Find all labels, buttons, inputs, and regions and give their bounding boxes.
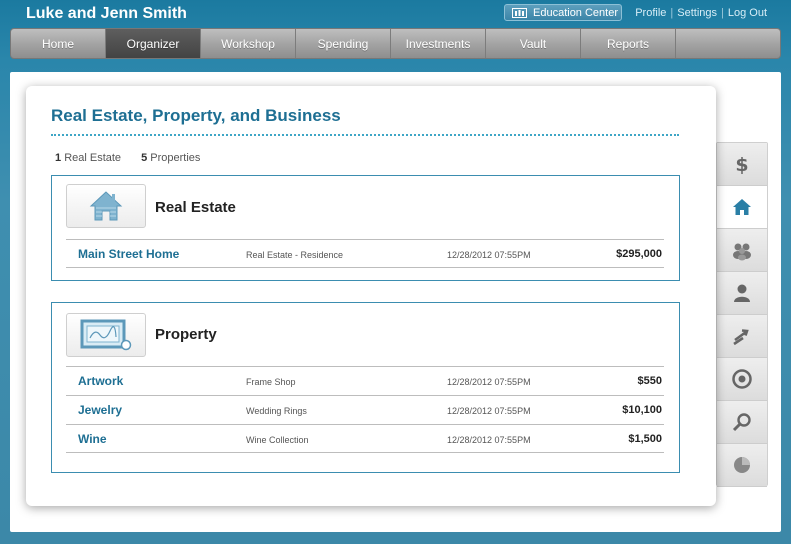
summary-properties: 5 Properties: [141, 152, 201, 164]
dollar-icon: $: [735, 154, 748, 175]
tab-search[interactable]: [717, 401, 767, 444]
tab-personal[interactable]: [717, 272, 767, 315]
target-icon: [732, 369, 752, 389]
property-section: Property Artwork Frame Shop 12/28/2012 0…: [51, 302, 680, 473]
list-item[interactable]: Main Street Home Real Estate - Residence…: [66, 239, 664, 268]
item-amount: $1,500: [628, 433, 662, 445]
artwork-frame-icon: [80, 319, 132, 351]
top-bar: Luke and Jenn Smith Education Center Pro…: [0, 0, 791, 28]
item-amount: $10,100: [622, 404, 662, 416]
tab-money[interactable]: $: [717, 143, 767, 186]
svg-text:$: $: [735, 154, 748, 175]
nav-home[interactable]: Home: [11, 29, 106, 58]
person-icon: [734, 284, 750, 302]
item-date: 12/28/2012 07:55PM: [447, 250, 531, 260]
tab-goals[interactable]: [717, 358, 767, 401]
organizer-card: Real Estate, Property, and Business 1 Re…: [26, 86, 716, 506]
summary-real-estate: 1 Real Estate: [55, 152, 122, 164]
item-amount: $550: [637, 375, 662, 387]
tab-reports[interactable]: [717, 444, 767, 487]
item-date: 12/28/2012 07:55PM: [447, 406, 531, 416]
item-name[interactable]: Wine: [78, 432, 107, 446]
item-description: Frame Shop: [246, 377, 296, 387]
people-icon: [733, 243, 751, 261]
summary-counts: 1 Real Estate 5 Properties: [55, 152, 200, 164]
tab-family[interactable]: [717, 229, 767, 272]
item-date: 12/28/2012 07:55PM: [447, 435, 531, 445]
property-icon-box: [66, 313, 146, 357]
logout-link[interactable]: Log Out: [728, 7, 767, 19]
tab-transfers[interactable]: [717, 315, 767, 358]
user-name: Luke and Jenn Smith: [26, 5, 187, 22]
real-estate-list: Main Street Home Real Estate - Residence…: [66, 239, 664, 268]
item-description: Wine Collection: [246, 435, 309, 445]
real-estate-section: Real Estate Main Street Home Real Estate…: [51, 175, 680, 281]
title-divider: [51, 134, 679, 136]
item-description: Wedding Rings: [246, 406, 307, 416]
magnifier-icon: [732, 413, 751, 432]
tab-real-estate[interactable]: [717, 186, 767, 229]
nav-vault[interactable]: Vault: [486, 29, 581, 58]
nav-spending[interactable]: Spending: [296, 29, 391, 58]
category-tabs: $: [716, 142, 768, 487]
pie-chart-icon: [734, 457, 750, 473]
item-name[interactable]: Main Street Home: [78, 247, 179, 261]
item-name[interactable]: Jewelry: [78, 403, 122, 417]
item-description: Real Estate - Residence: [246, 250, 344, 260]
arrows-icon: [733, 329, 749, 346]
real-estate-title: Real Estate: [155, 199, 236, 216]
list-item[interactable]: Artwork Frame Shop 12/28/2012 07:55PM $5…: [66, 366, 664, 395]
item-amount: $295,000: [616, 248, 662, 260]
property-list: Artwork Frame Shop 12/28/2012 07:55PM $5…: [66, 366, 664, 453]
profile-link[interactable]: Profile: [635, 7, 666, 19]
education-center-icon: [512, 7, 527, 18]
page-title: Real Estate, Property, and Business: [51, 106, 341, 125]
item-date: 12/28/2012 07:55PM: [447, 377, 531, 387]
real-estate-icon-box: [66, 184, 146, 228]
education-center-label: Education Center: [533, 6, 618, 19]
education-center-button[interactable]: Education Center: [504, 4, 622, 21]
item-name[interactable]: Artwork: [78, 374, 123, 388]
account-links: Profile | Settings | Log Out: [635, 7, 767, 19]
nav-investments[interactable]: Investments: [391, 29, 486, 58]
house-icon: [89, 191, 123, 221]
property-title: Property: [155, 326, 217, 343]
nav-organizer[interactable]: Organizer: [106, 29, 201, 58]
nav-reports[interactable]: Reports: [581, 29, 676, 58]
settings-link[interactable]: Settings: [677, 7, 717, 19]
house-icon: [733, 199, 751, 215]
nav-workshop[interactable]: Workshop: [201, 29, 296, 58]
main-nav: Home Organizer Workshop Spending Investm…: [10, 28, 781, 59]
list-item[interactable]: Wine Wine Collection 12/28/2012 07:55PM …: [66, 424, 664, 453]
list-item[interactable]: Jewelry Wedding Rings 12/28/2012 07:55PM…: [66, 395, 664, 424]
